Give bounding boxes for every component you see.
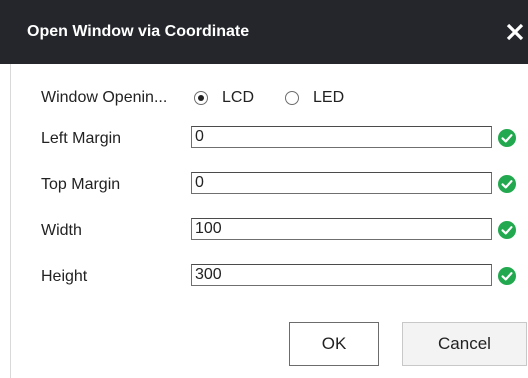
close-icon[interactable]: [502, 17, 528, 47]
width-label: Width: [41, 222, 82, 239]
valid-check-icon: [498, 267, 516, 285]
valid-check-icon: [498, 175, 516, 193]
dialog-titlebar: Open Window via Coordinate: [0, 0, 528, 64]
width-input[interactable]: [191, 218, 492, 240]
top-margin-input[interactable]: [191, 172, 492, 194]
height-label: Height: [41, 268, 88, 285]
ok-button[interactable]: OK: [289, 322, 379, 366]
radio-led-label[interactable]: LED: [313, 88, 344, 108]
left-margin-input[interactable]: [191, 126, 492, 148]
radio-led[interactable]: [285, 91, 299, 105]
radio-lcd[interactable]: [194, 91, 208, 105]
height-input[interactable]: [191, 264, 492, 286]
cancel-button[interactable]: Cancel: [402, 322, 527, 366]
top-margin-label: Top Margin: [41, 176, 121, 193]
valid-check-icon: [498, 221, 516, 239]
left-margin-label: Left Margin: [41, 130, 122, 147]
valid-check-icon: [498, 129, 516, 147]
dialog-title: Open Window via Coordinate: [27, 23, 250, 40]
dialog-left-border: [10, 64, 11, 378]
window-opening-label: Window Openin...: [41, 89, 168, 106]
radio-lcd-label[interactable]: LCD: [222, 88, 254, 108]
coordinate-dialog: Open Window via Coordinate Window Openin…: [0, 0, 528, 378]
